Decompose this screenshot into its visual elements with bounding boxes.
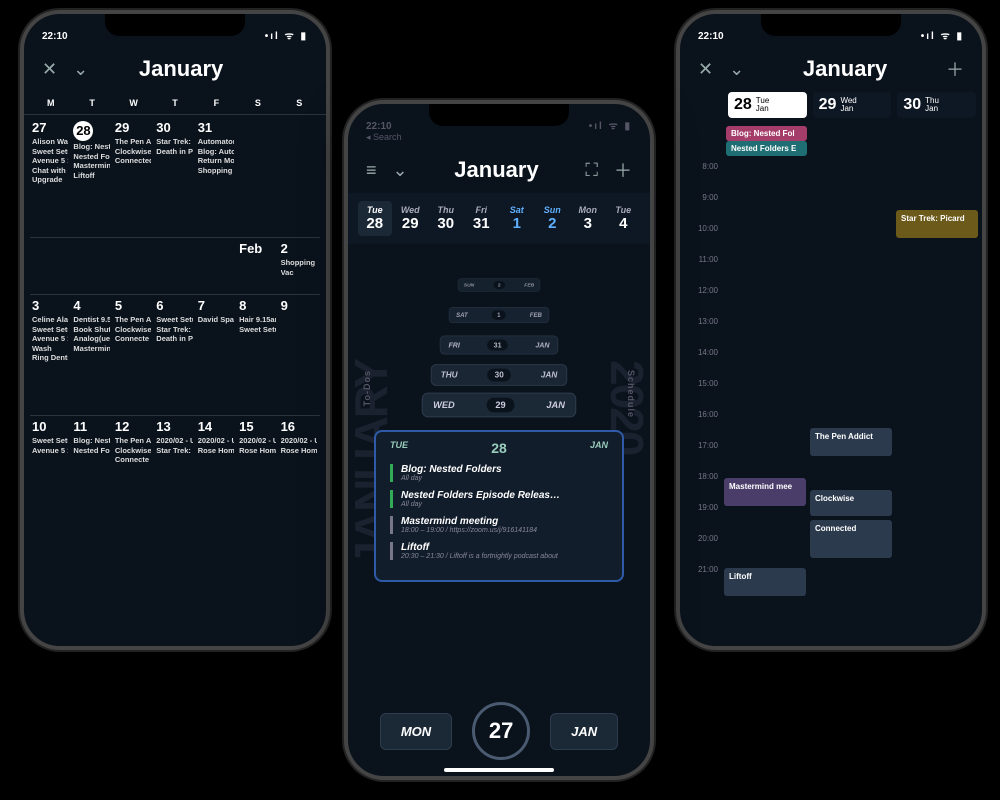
day-cell[interactable]: 7David Sparks's (196, 295, 237, 415)
close-icon[interactable]: ✕ (42, 59, 57, 80)
phone-month-view: 22:10 •ıl ᯤ ▮ ✕ ⌄ January M T W T F S S … (20, 10, 330, 650)
depth-day-card[interactable]: THU30JAN (431, 364, 568, 386)
depth-day-card[interactable]: FRI31JAN (440, 336, 559, 355)
month-button[interactable]: JAN (550, 713, 618, 750)
day-cell[interactable]: 31AutomatorsBlog: AutomatoReturn MowersS… (196, 117, 237, 237)
timeline-depth[interactable]: JANUARY 2020 To-Dos Schedule SUN2FEBSAT1… (348, 250, 650, 670)
prev-day-button[interactable]: MON (380, 713, 452, 750)
header-right: ✕ ⌄ January ＋ (680, 42, 982, 92)
allday-chip[interactable]: Blog: Nested Fol (726, 126, 807, 141)
status-time: 22:10 (366, 121, 392, 132)
schedule-body[interactable]: 8:009:0010:0011:0012:0013:0014:0015:0016… (680, 158, 982, 600)
day-cell[interactable]: 152020/02 - UKRose Home? (237, 416, 278, 472)
day-cell[interactable]: 132020/02 - UKStar Trek: Picard (154, 416, 195, 472)
month-title: January (454, 157, 538, 183)
month-title: January (803, 56, 887, 82)
phone-timeline-view: 22:10 •ıl ᯤ ▮ ◂ Search ≡ ⌄ January ⛶ ＋ T… (344, 100, 654, 780)
current-day-button[interactable]: 27 (472, 702, 530, 760)
strip-day[interactable]: Wed29 (394, 201, 428, 236)
home-indicator[interactable] (444, 768, 554, 772)
day-cell[interactable]: 6Sweet SetupStar Trek: PicardDeath in Pa… (154, 295, 195, 415)
event-block[interactable]: Clockwise (810, 490, 892, 516)
strip-day[interactable]: Tue4 (607, 201, 641, 236)
day-header[interactable]: 30ThuJan (897, 92, 976, 118)
day-cell[interactable]: 9 (279, 295, 320, 415)
day-cell[interactable]: 3Celine Alain B/Sweet SetupAvenue 5 1x03… (30, 295, 71, 415)
day-cell[interactable]: 162020/02 - UKRose Home? (279, 416, 320, 472)
header-left: ✕ ⌄ January (24, 42, 326, 92)
chevron-down-icon[interactable]: ⌄ (729, 59, 744, 80)
event-block[interactable]: Star Trek: Picard (896, 210, 978, 238)
depth-day-card[interactable]: WED29JAN (422, 393, 577, 418)
plus-icon[interactable]: ＋ (946, 56, 964, 82)
strip-day[interactable]: Tue28 (358, 201, 392, 236)
status-time: 22:10 (42, 31, 68, 42)
status-bar: 22:10 •ıl ᯤ ▮ (24, 14, 326, 42)
month-grid[interactable]: 27Alison WakefieldSweet SetupAvenue 5 1x… (24, 115, 326, 474)
footer-nav: MON 27 JAN (348, 702, 650, 760)
status-icons: •ıl ᯤ ▮ (589, 118, 632, 132)
chevron-down-icon[interactable]: ⌄ (73, 59, 88, 80)
depth-day-card[interactable]: SUN2FEB (458, 278, 541, 291)
header-center: ≡ ⌄ January ⛶ ＋ (348, 143, 650, 193)
strip-day[interactable]: Fri31 (465, 201, 499, 236)
allday-chip[interactable]: Nested Folders E (726, 141, 807, 156)
strip-day[interactable]: Sat1 (500, 201, 534, 236)
today-card[interactable]: TUE28JANBlog: Nested FoldersAll dayNeste… (374, 430, 624, 582)
day-cell[interactable]: 8Hair 9.15amSweet Setup (237, 295, 278, 415)
day-cell[interactable] (237, 117, 278, 237)
phone-schedule-view: 22:10 •ıl ᯤ ▮ ✕ ⌄ January ＋ 28TueJan29We… (676, 10, 986, 650)
day-cell[interactable] (279, 117, 320, 237)
day-cell[interactable]: 5The Pen AddictClockwiseConnecte (113, 295, 154, 415)
chevron-down-icon[interactable]: ⌄ (393, 160, 408, 181)
status-bar: 22:10 •ıl ᯤ ▮ (348, 104, 650, 132)
day-header[interactable]: 29WedJan (813, 92, 892, 118)
status-icons: •ıl ᯤ ▮ (921, 28, 964, 42)
month-title: January (139, 56, 223, 82)
day-cell[interactable]: 29The Pen AddictClockwiseConnected (113, 117, 154, 237)
day-strip[interactable]: Tue28Wed29Thu30Fri31Sat1Sun2Mon3Tue4 (348, 193, 650, 244)
strip-day[interactable]: Mon3 (571, 201, 605, 236)
event-block[interactable]: Mastermind mee (724, 478, 806, 506)
day-header[interactable]: 28TueJan (728, 92, 807, 118)
day-cell[interactable]: 142020/02 - UKRose Home? (196, 416, 237, 472)
strip-day[interactable]: Sun2 (536, 201, 570, 236)
day-cell[interactable]: 10Sweet SetupAvenue 5 1x04 (30, 416, 71, 472)
menu-icon[interactable]: ≡ (366, 160, 377, 181)
plus-icon[interactable]: ＋ (614, 157, 632, 183)
back-link[interactable]: ◂ Search (348, 132, 650, 143)
day-cell[interactable]: 30Star Trek: PicardDeath in Paradise (154, 117, 195, 237)
depth-day-card[interactable]: SAT1FEB (449, 307, 550, 323)
event-block[interactable]: Connected (810, 520, 892, 558)
day-cell[interactable]: 27Alison WakefieldSweet SetupAvenue 5 1x… (30, 117, 71, 237)
close-icon[interactable]: ✕ (698, 59, 713, 80)
day-cell[interactable]: 12The Pen AddictClockwiseConnecte (113, 416, 154, 472)
depth-stack: SUN2FEB SAT1FEB FRI31JAN THU30JAN WED29JAN TU… (348, 270, 650, 582)
status-bar: 22:10 •ıl ᯤ ▮ (680, 14, 982, 42)
allday-row: Blog: Nested FolNested Folders E (680, 124, 982, 158)
frame-icon[interactable]: ⛶ (585, 160, 598, 181)
day-cell[interactable]: 4Dentist 9.50amBook ShuttlesAnalog(ue)Ma… (71, 295, 112, 415)
strip-day[interactable]: Thu30 (429, 201, 463, 236)
status-icons: •ıl ᯤ ▮ (265, 28, 308, 42)
day-cell[interactable]: 28Blog: NestedNested FoldersMastermindLi… (71, 117, 112, 237)
event-block[interactable]: Liftoff (724, 568, 806, 596)
event-block[interactable]: The Pen Addict (810, 428, 892, 456)
day-headers[interactable]: 28TueJan29WedJan30ThuJan (680, 92, 982, 124)
day-cell[interactable]: 11Blog: NestedNested Folders (71, 416, 112, 472)
status-time: 22:10 (698, 31, 724, 42)
weekday-header: M T W T F S S (24, 92, 326, 115)
